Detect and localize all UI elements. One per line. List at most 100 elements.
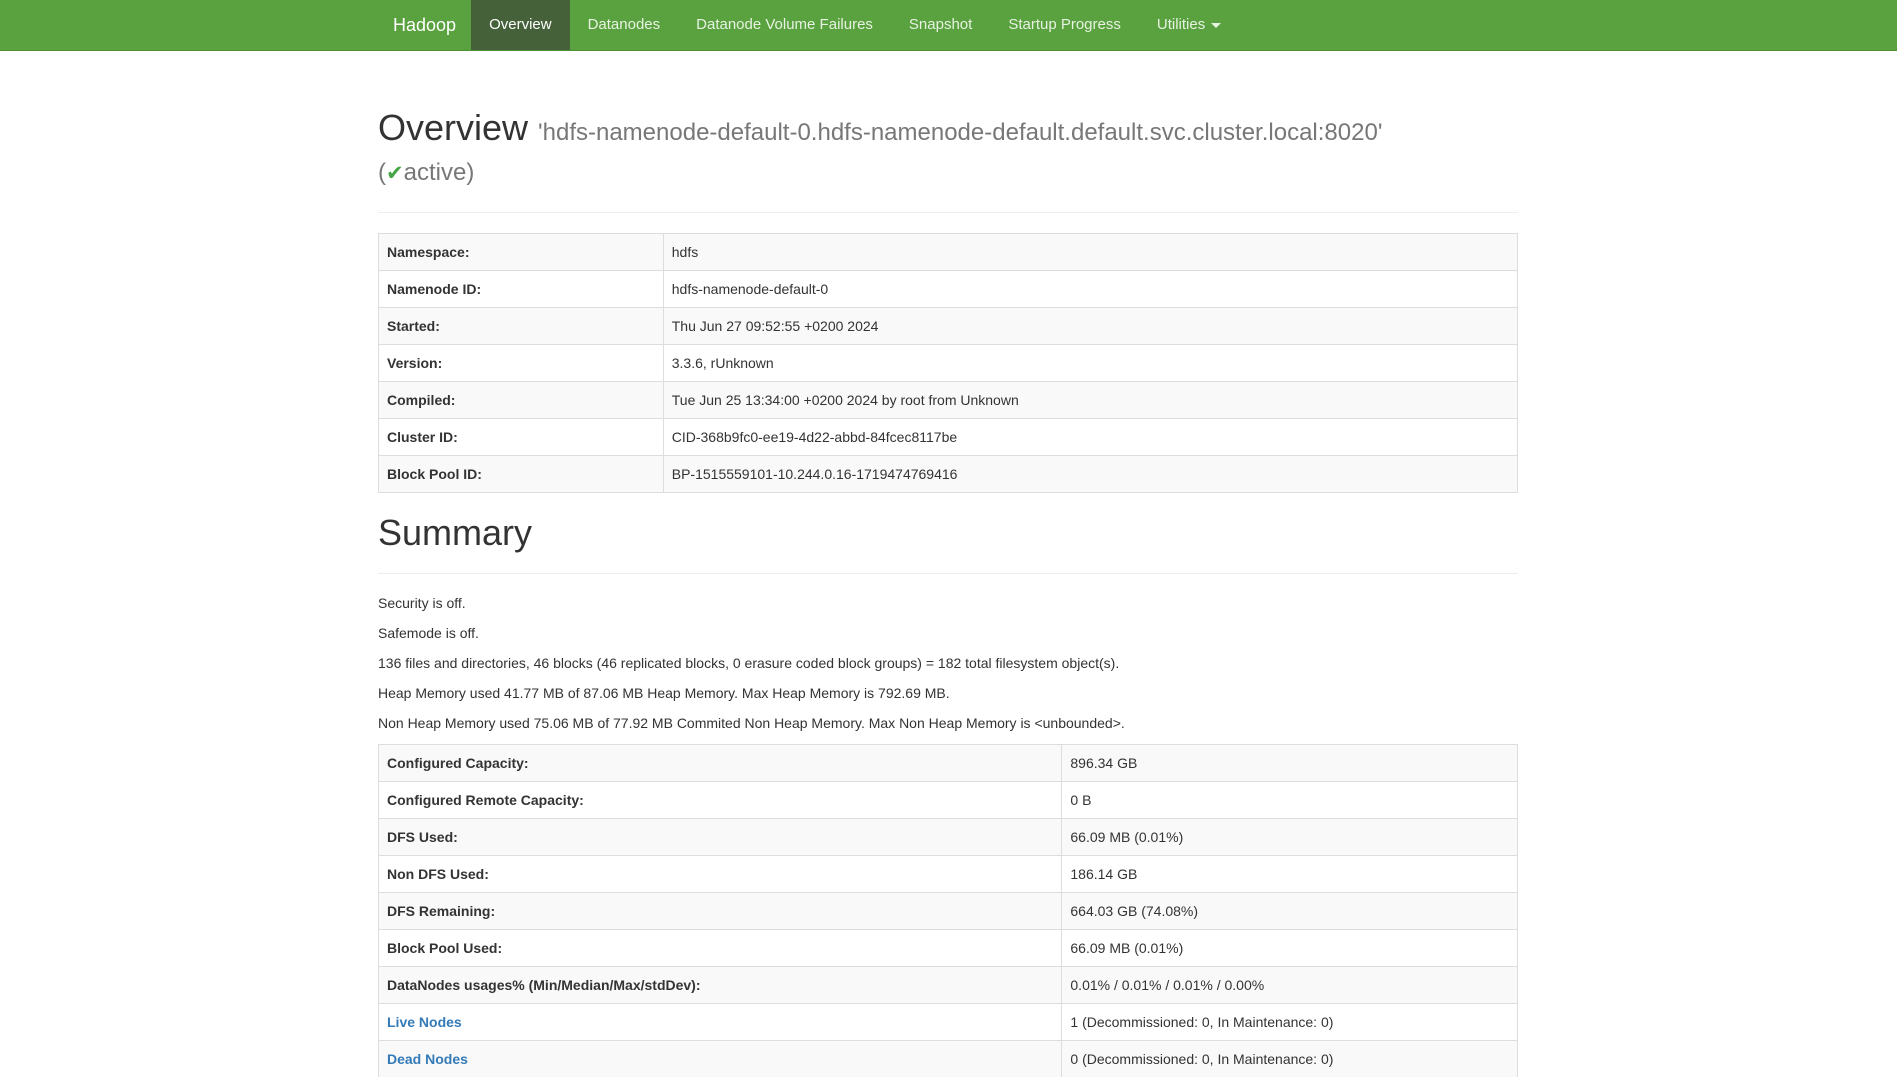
navbar-link[interactable]: Utilities — [1139, 0, 1239, 50]
row-value: 0 (Decommissioned: 0, In Maintenance: 0) — [1062, 1040, 1518, 1077]
row-label-text[interactable]: Dead Nodes — [387, 1051, 468, 1067]
navbar-item: Utilities — [1139, 0, 1239, 50]
table-row: Block Pool ID: BP-1515559101-10.244.0.16… — [379, 456, 1518, 493]
table-row: Block Pool Used: 66.09 MB (0.01%) — [379, 929, 1518, 966]
navbar-link[interactable]: Startup Progress — [990, 0, 1139, 50]
row-label: Version: — [379, 345, 664, 382]
row-value: hdfs — [663, 234, 1517, 271]
summary-line: 136 files and directories, 46 blocks (46… — [378, 654, 1518, 674]
summary-line: Non Heap Memory used 75.06 MB of 77.92 M… — [378, 714, 1518, 734]
row-label-text: Version: — [387, 355, 442, 371]
summary-heading: Summary — [378, 513, 1518, 553]
divider — [378, 212, 1518, 213]
navbar-link-label: Datanode Volume Failures — [696, 16, 873, 33]
row-label-text: Namenode ID: — [387, 281, 481, 297]
row-label-text: Block Pool ID: — [387, 466, 482, 482]
row-value: 0.01% / 0.01% / 0.01% / 0.00% — [1062, 966, 1518, 1003]
table-row: Configured Capacity: 896.34 GB — [379, 744, 1518, 781]
navbar-link[interactable]: Datanodes — [570, 0, 679, 50]
table-row: Dead Nodes 0 (Decommissioned: 0, In Main… — [379, 1040, 1518, 1077]
row-label-text: DFS Used: — [387, 829, 458, 845]
summary-table-wrap: Configured Capacity: 896.34 GB Configure… — [378, 744, 1518, 1077]
brand-hadoop[interactable]: Hadoop — [378, 0, 471, 50]
row-label-text: Started: — [387, 318, 440, 334]
table-row: DFS Used: 66.09 MB (0.01%) — [379, 818, 1518, 855]
navbar-link-label: Snapshot — [909, 16, 972, 33]
row-label-text: Namespace: — [387, 244, 470, 260]
row-value: BP-1515559101-10.244.0.16-1719474769416 — [663, 456, 1517, 493]
navbar-item: Overview — [471, 0, 570, 50]
summary-table: Configured Capacity: 896.34 GB Configure… — [378, 744, 1518, 1077]
row-label: Non DFS Used: — [379, 855, 1062, 892]
navbar-item: Snapshot — [891, 0, 990, 50]
state-paren-open: ( — [378, 159, 386, 186]
row-label: Configured Capacity: — [379, 744, 1062, 781]
row-label: Block Pool ID: — [379, 456, 664, 493]
cluster-info-table: Namespace: hdfs Namenode ID: hdfs-nameno… — [378, 233, 1518, 493]
row-label: Started: — [379, 308, 664, 345]
navbar-link[interactable]: Datanode Volume Failures — [678, 0, 891, 50]
state-paren-close: ) — [466, 159, 474, 186]
table-row: Configured Remote Capacity: 0 B — [379, 781, 1518, 818]
table-row: DFS Remaining: 664.03 GB (74.08%) — [379, 892, 1518, 929]
namenode-host: 'hdfs-namenode-default-0.hdfs-namenode-d… — [538, 119, 1382, 146]
row-value: Thu Jun 27 09:52:55 +0200 2024 — [663, 308, 1517, 345]
summary-line: Security is off. — [378, 594, 1518, 614]
navbar-link-label: Overview — [489, 16, 552, 33]
row-value: Tue Jun 25 13:34:00 +0200 2024 by root f… — [663, 382, 1517, 419]
active-check-icon: ✔ — [386, 162, 404, 185]
row-value: 3.3.6, rUnknown — [663, 345, 1517, 382]
row-label: DFS Used: — [379, 818, 1062, 855]
navbar-link-label: Startup Progress — [1008, 16, 1121, 33]
row-value: 0 B — [1062, 781, 1518, 818]
summary-line: Heap Memory used 41.77 MB of 87.06 MB He… — [378, 684, 1518, 704]
row-value: 664.03 GB (74.08%) — [1062, 892, 1518, 929]
table-row: Non DFS Used: 186.14 GB — [379, 855, 1518, 892]
navbar-menu: Overview Datanodes Datanode Volume Failu… — [471, 0, 1239, 50]
row-label-text[interactable]: Live Nodes — [387, 1014, 462, 1030]
row-label-text: Compiled: — [387, 392, 455, 408]
row-label-text: DFS Remaining: — [387, 903, 495, 919]
row-label: DataNodes usages% (Min/Median/Max/stdDev… — [379, 966, 1062, 1003]
navbar-link-label: Utilities — [1157, 16, 1205, 33]
navbar: Hadoop Overview Datanodes Datanode Volum… — [0, 0, 1897, 51]
row-value: 66.09 MB (0.01%) — [1062, 818, 1518, 855]
table-row: Cluster ID: CID-368b9fc0-ee19-4d22-abbd-… — [379, 419, 1518, 456]
navbar-item: Datanode Volume Failures — [678, 0, 891, 50]
row-label-text: DataNodes usages% (Min/Median/Max/stdDev… — [387, 977, 701, 993]
divider — [378, 573, 1518, 574]
row-value: CID-368b9fc0-ee19-4d22-abbd-84fcec8117be — [663, 419, 1517, 456]
navbar-link[interactable]: Snapshot — [891, 0, 990, 50]
navbar-item: Startup Progress — [990, 0, 1139, 50]
row-value: 1 (Decommissioned: 0, In Maintenance: 0) — [1062, 1003, 1518, 1040]
row-label: Dead Nodes — [379, 1040, 1062, 1077]
summary-text-block: Security is off. Safemode is off. 136 file… — [378, 594, 1518, 734]
row-label: DFS Remaining: — [379, 892, 1062, 929]
table-row: Compiled: Tue Jun 25 13:34:00 +0200 2024… — [379, 382, 1518, 419]
row-label-text: Configured Capacity: — [387, 755, 529, 771]
row-label: Live Nodes — [379, 1003, 1062, 1040]
summary-line: Safemode is off. — [378, 624, 1518, 644]
row-label: Compiled: — [379, 382, 664, 419]
row-value: hdfs-namenode-default-0 — [663, 271, 1517, 308]
state-label: active — [404, 159, 467, 186]
chevron-down-icon — [1211, 23, 1221, 28]
row-label-text: Cluster ID: — [387, 429, 458, 445]
row-value: 66.09 MB (0.01%) — [1062, 929, 1518, 966]
row-label: Namespace: — [379, 234, 664, 271]
navbar-item: Datanodes — [570, 0, 679, 50]
row-value: 186.14 GB — [1062, 855, 1518, 892]
table-row: Namespace: hdfs — [379, 234, 1518, 271]
row-label-text: Block Pool Used: — [387, 940, 502, 956]
navbar-container: Hadoop Overview Datanodes Datanode Volum… — [363, 0, 1533, 50]
row-value: 896.34 GB — [1062, 744, 1518, 781]
row-label-text: Non DFS Used: — [387, 866, 489, 882]
table-row: Version: 3.3.6, rUnknown — [379, 345, 1518, 382]
row-label: Block Pool Used: — [379, 929, 1062, 966]
navbar-link[interactable]: Overview — [471, 0, 570, 50]
main-content: Overview 'hdfs-namenode-default-0.hdfs-n… — [363, 106, 1533, 1077]
table-row: DataNodes usages% (Min/Median/Max/stdDev… — [379, 966, 1518, 1003]
row-label: Namenode ID: — [379, 271, 664, 308]
table-row: Namenode ID: hdfs-namenode-default-0 — [379, 271, 1518, 308]
row-label: Configured Remote Capacity: — [379, 781, 1062, 818]
